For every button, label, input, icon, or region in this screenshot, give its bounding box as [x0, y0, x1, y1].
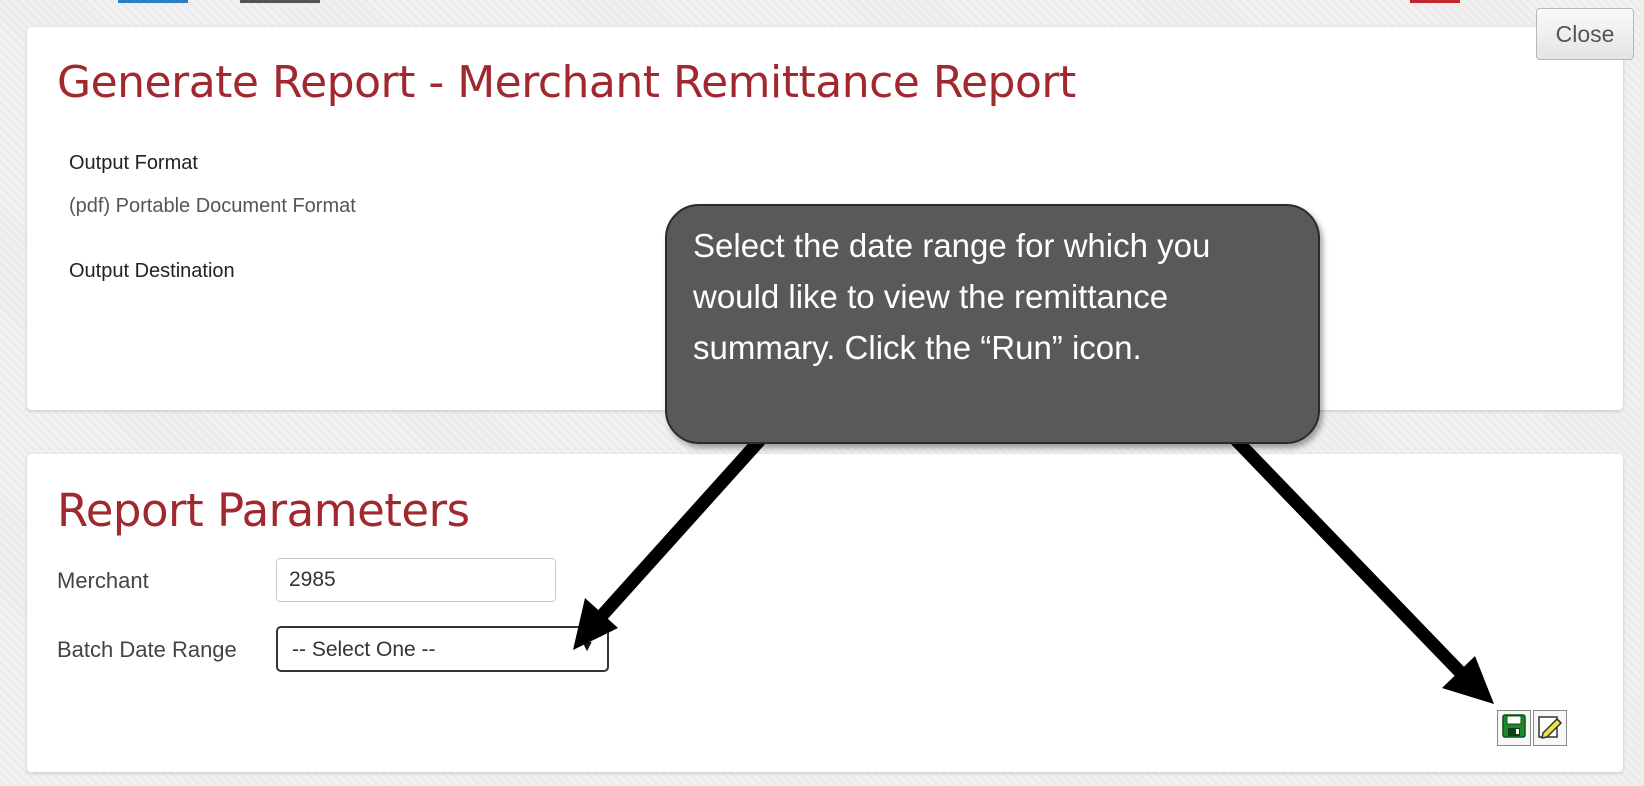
report-parameters-title: Report Parameters [57, 484, 470, 537]
chevron-down-icon: ▼ [579, 638, 595, 655]
close-button[interactable]: Close [1536, 8, 1634, 60]
output-format-value: (pdf) Portable Document Format [69, 195, 356, 217]
run-icon [1537, 713, 1563, 744]
output-format-label: Output Format [69, 152, 198, 174]
run-button[interactable] [1533, 710, 1567, 746]
batch-date-range-selected: -- Select One -- [292, 638, 436, 661]
merchant-label: Merchant [57, 568, 149, 593]
merchant-input[interactable] [276, 558, 556, 602]
save-button[interactable] [1497, 710, 1531, 746]
top-strip [0, 0, 1644, 8]
report-parameters-panel: Report Parameters Merchant Batch Date Ra… [27, 454, 1623, 772]
batch-date-range-label: Batch Date Range [57, 637, 237, 662]
save-icon [1502, 713, 1526, 743]
batch-date-range-select[interactable]: -- Select One -- ▼ [276, 626, 609, 672]
output-destination-label: Output Destination [69, 260, 235, 282]
instruction-callout: Select the date range for which you woul… [665, 204, 1320, 444]
page-title: Generate Report - Merchant Remittance Re… [57, 57, 1076, 108]
